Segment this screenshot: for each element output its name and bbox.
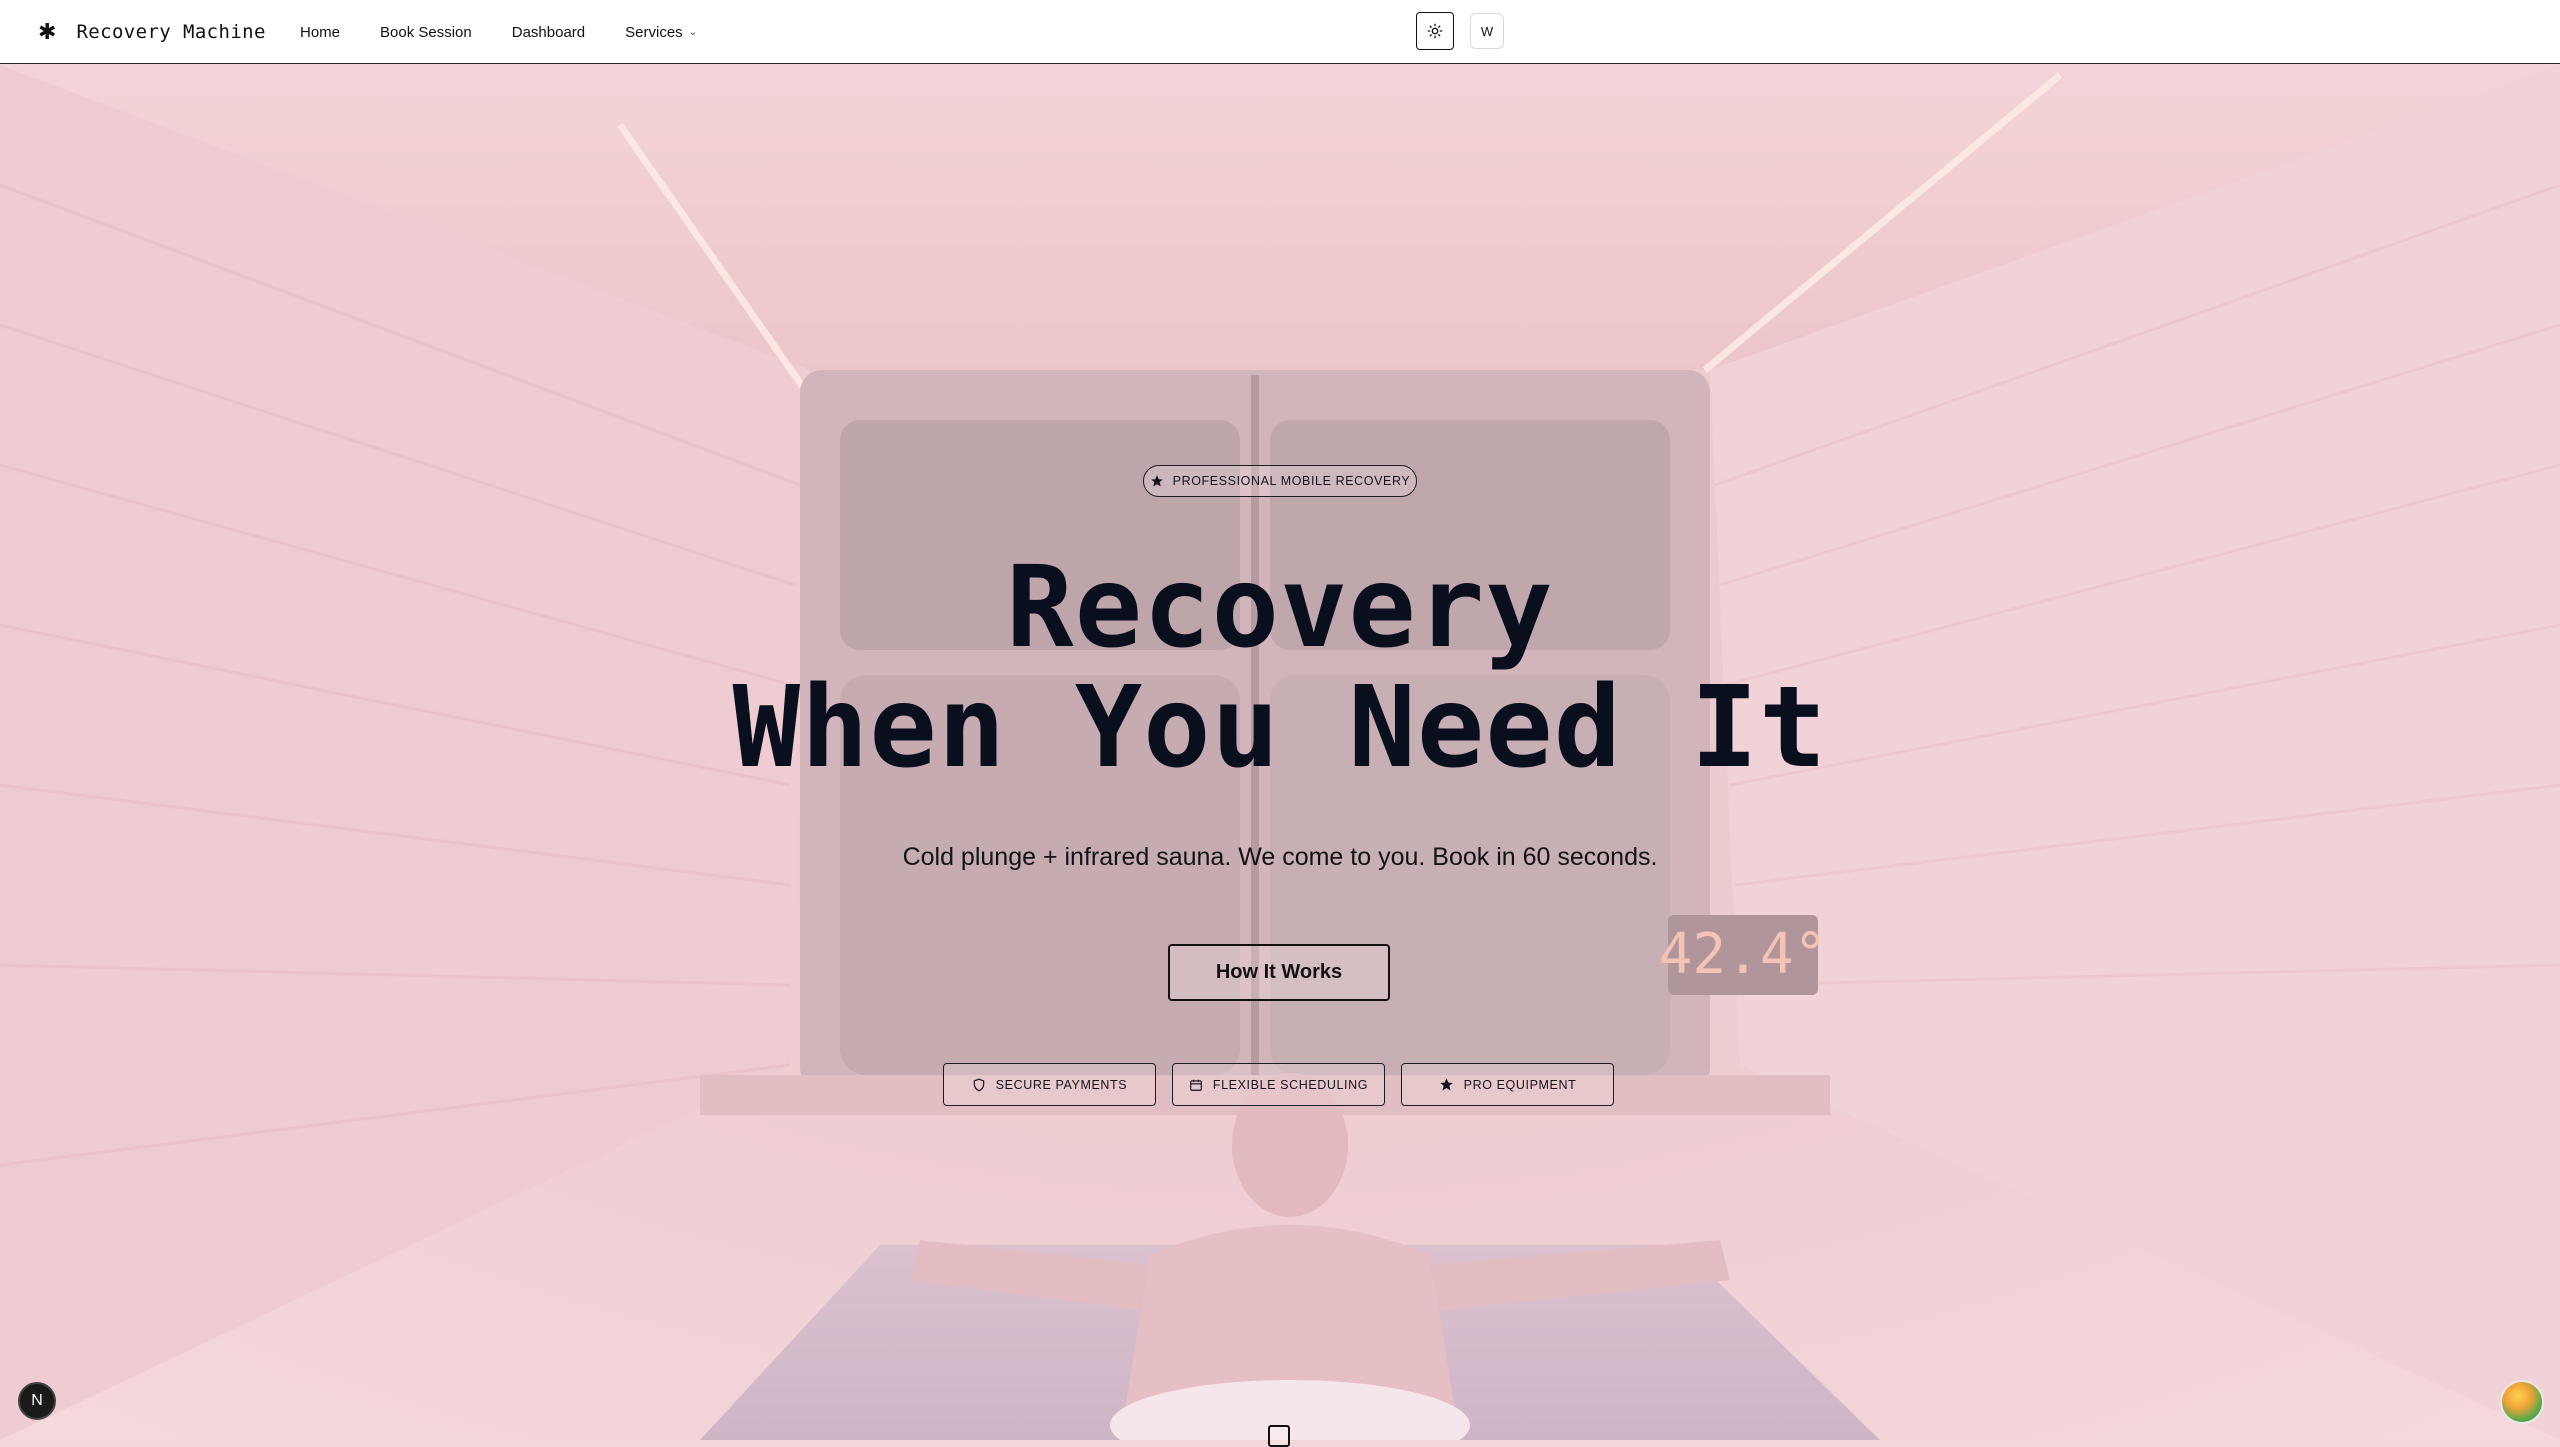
feature-label: PRO EQUIPMENT <box>1463 1077 1577 1092</box>
feature-label: FLEXIBLE SCHEDULING <box>1212 1077 1369 1092</box>
nav-book-session[interactable]: Book Session <box>360 24 492 41</box>
brand-logo-icon: ✱ <box>38 19 57 44</box>
hero-title-line2: When You Need It <box>732 663 1828 793</box>
feature-pills: SECURE PAYMENTS FLEXIBLE SCHEDULING PRO … <box>943 1063 1614 1106</box>
sun-icon <box>1427 23 1443 39</box>
scroll-down-indicator[interactable] <box>1268 1425 1290 1447</box>
framework-dev-badge[interactable]: N <box>18 1382 56 1420</box>
top-navbar: ✱ Recovery Machine Home Book Session Das… <box>0 0 2560 64</box>
hero-badge-label: PROFESSIONAL MOBILE RECOVERY <box>1172 474 1411 488</box>
main-nav: Home Book Session Dashboard Services ⌄ <box>280 0 717 64</box>
user-avatar-button[interactable]: W <box>1470 13 1504 49</box>
hero-title-line1: Recovery <box>1006 543 1554 673</box>
feature-secure-payments: SECURE PAYMENTS <box>943 1063 1156 1106</box>
feature-label: SECURE PAYMENTS <box>995 1077 1128 1092</box>
star-icon <box>1439 1078 1453 1091</box>
hero-badge: PROFESSIONAL MOBILE RECOVERY <box>1143 465 1417 497</box>
calendar-icon <box>1190 1079 1202 1091</box>
how-it-works-button[interactable]: How It Works <box>1168 944 1390 1001</box>
theme-toggle-button[interactable] <box>1416 12 1454 50</box>
feature-flexible-scheduling: FLEXIBLE SCHEDULING <box>1172 1063 1385 1106</box>
shield-icon <box>973 1078 984 1091</box>
nav-home[interactable]: Home <box>280 24 360 41</box>
nav-services[interactable]: Services ⌄ <box>605 24 717 41</box>
brand[interactable]: ✱ Recovery Machine <box>38 0 266 64</box>
star-icon <box>1150 475 1163 487</box>
chevron-down-icon: ⌄ <box>688 26 698 38</box>
nav-dashboard[interactable]: Dashboard <box>492 24 605 41</box>
chat-widget-button[interactable] <box>2500 1380 2544 1424</box>
nav-services-label: Services <box>625 23 683 41</box>
brand-name[interactable]: Recovery Machine <box>76 21 265 43</box>
feature-pro-equipment: PRO EQUIPMENT <box>1401 1063 1614 1106</box>
hero-subtitle: Cold plunge + infrared sauna. We come to… <box>902 843 1658 871</box>
